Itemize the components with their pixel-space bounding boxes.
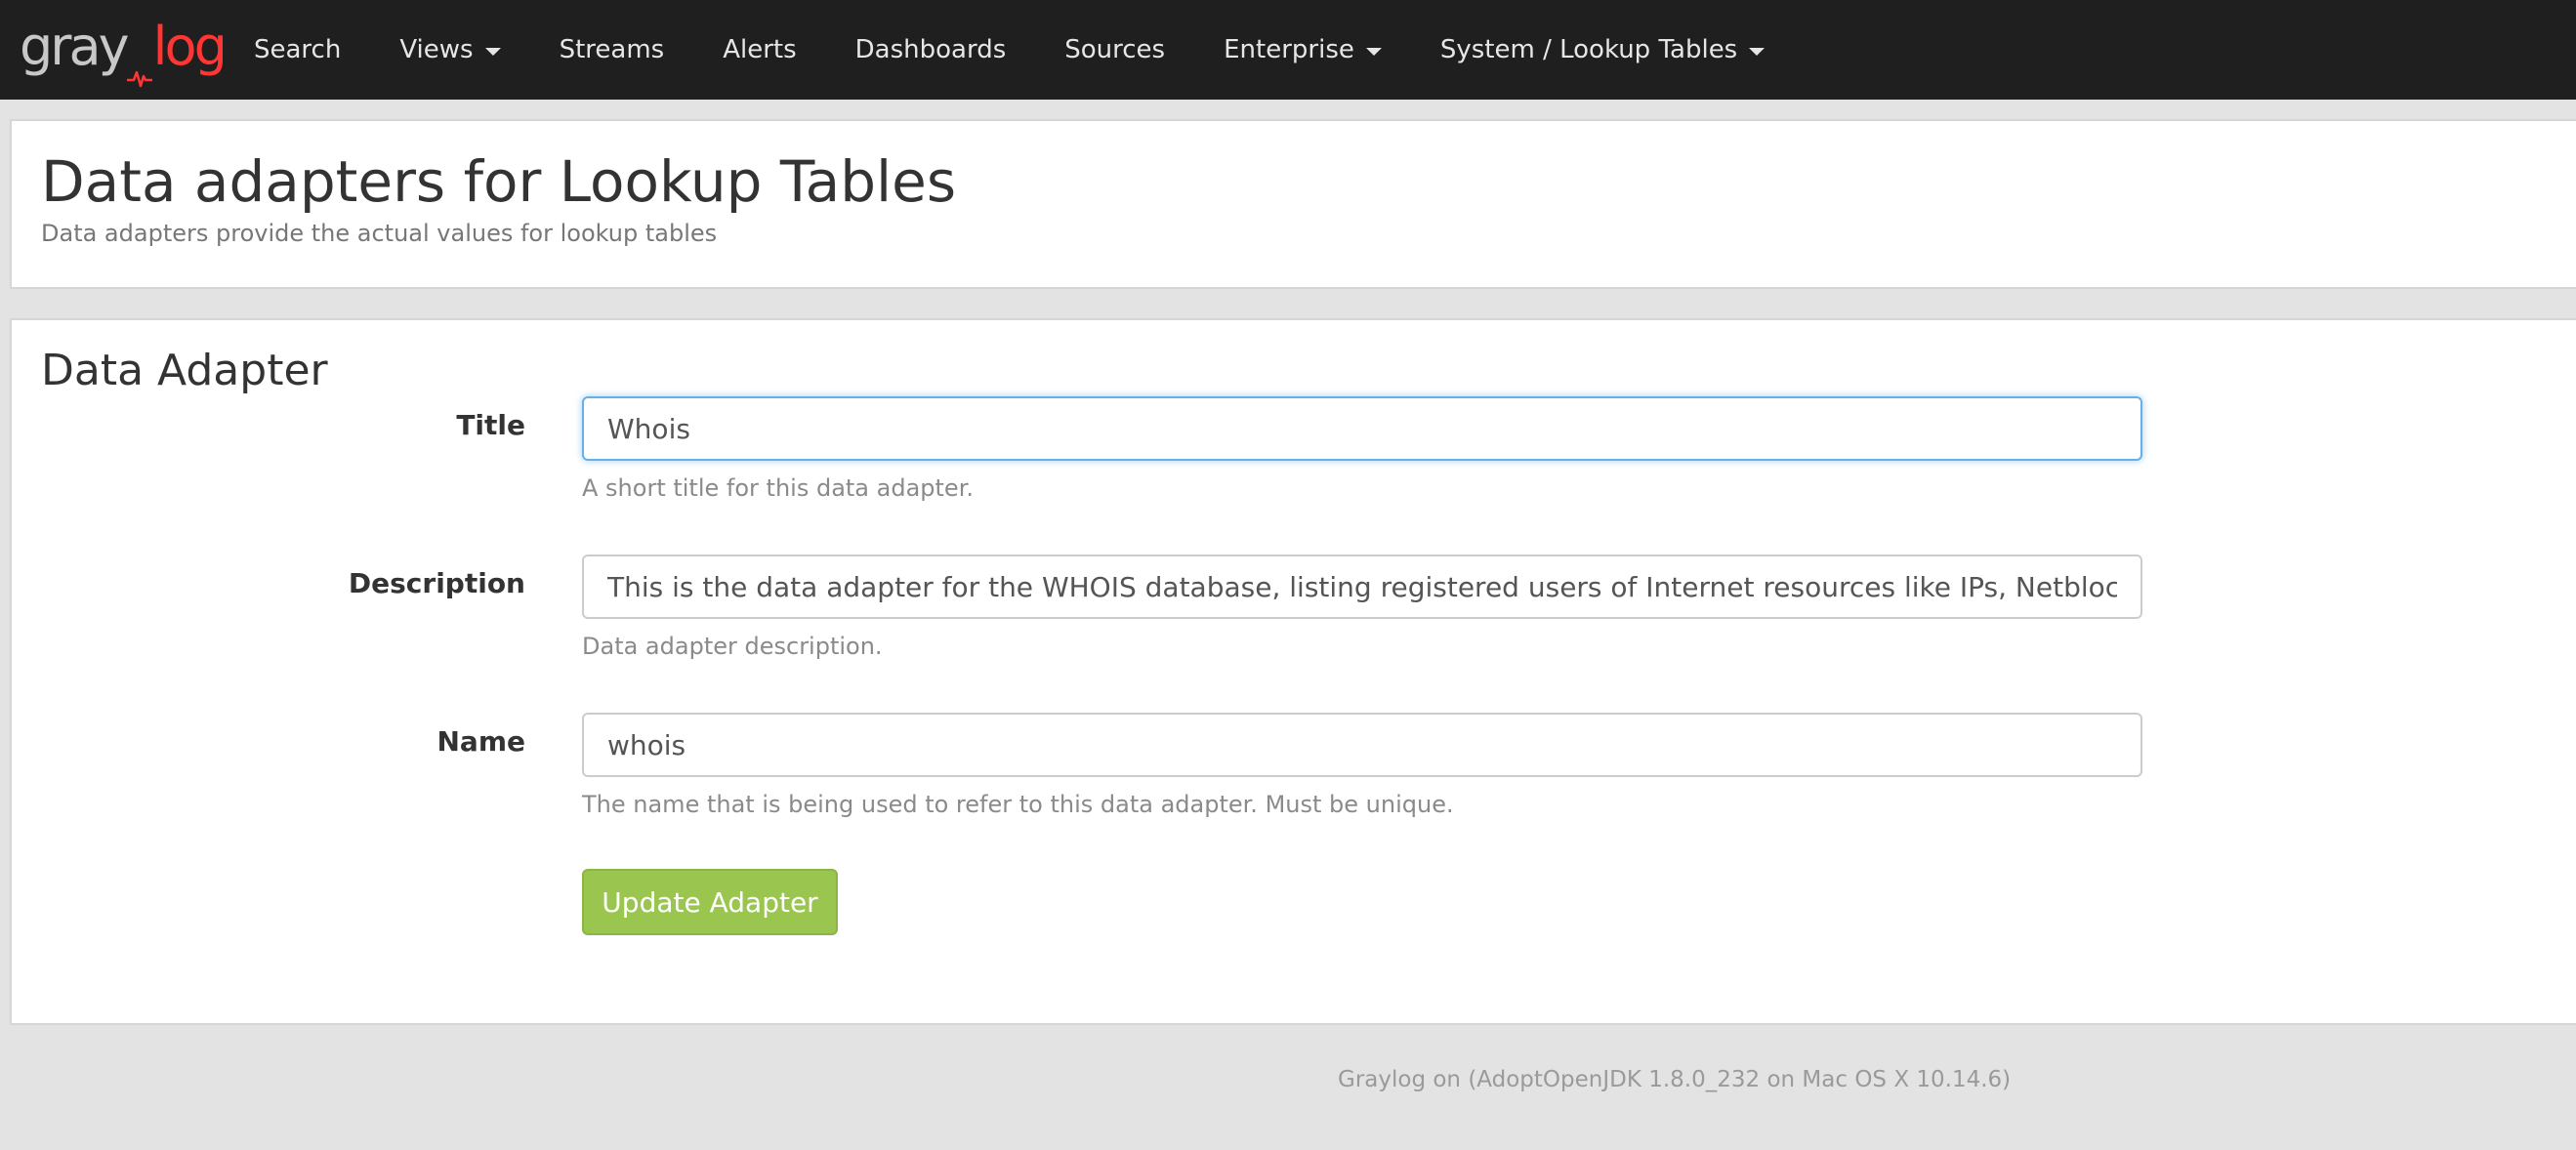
nav-item-dashboards[interactable]: Dashboards (855, 0, 1007, 100)
page-subtitle: Data adapters provide the actual values … (41, 220, 718, 247)
nav-item-label: Enterprise (1224, 35, 1354, 64)
top-navbar: gray log Search Views Streams Alerts Das… (0, 0, 2576, 100)
title-help-text: A short title for this data adapter. (582, 474, 974, 502)
nav-menu: Search Views Streams Alerts Dashboards S… (223, 0, 1766, 100)
name-input[interactable] (582, 713, 2142, 777)
section-title: Data Adapter (41, 346, 328, 395)
nav-item-label: System / Lookup Tables (1439, 35, 1738, 64)
nav-item-label: Streams (559, 35, 665, 64)
footer-version-text: Graylog on (AdoptOpenJDK 1.8.0_232 on Ma… (1338, 1067, 2012, 1092)
name-help-text: The name that is being used to refer to … (582, 791, 1454, 818)
logo-text-gray: gray (20, 16, 130, 77)
pulse-icon (126, 45, 152, 88)
title-input[interactable] (582, 396, 2142, 461)
nav-item-label: Alerts (723, 35, 797, 64)
page-title: Data adapters for Lookup Tables (41, 148, 957, 215)
caret-down-icon (484, 48, 501, 56)
page-header-panel: Data adapters for Lookup Tables Data ada… (10, 119, 2576, 289)
data-adapter-form-panel: Data Adapter Title A short title for thi… (10, 318, 2576, 1025)
nav-item-views[interactable]: Views (399, 0, 501, 100)
nav-item-label: Search (254, 35, 342, 64)
description-input[interactable] (582, 554, 2142, 619)
caret-down-icon (1365, 48, 1382, 56)
caret-down-icon (1749, 48, 1766, 56)
title-label: Title (456, 409, 525, 441)
logo-text-red: log (152, 16, 228, 77)
graylog-logo[interactable]: gray log (20, 16, 228, 88)
nav-item-search[interactable]: Search (254, 0, 341, 100)
description-help-text: Data adapter description. (582, 633, 883, 660)
nav-item-label: Dashboards (854, 35, 1007, 64)
nav-item-alerts[interactable]: Alerts (723, 0, 796, 100)
description-label: Description (348, 567, 525, 599)
nav-item-system[interactable]: System / Lookup Tables (1439, 0, 1766, 100)
name-label: Name (436, 725, 526, 758)
nav-item-sources[interactable]: Sources (1064, 0, 1165, 100)
nav-item-streams[interactable]: Streams (560, 0, 665, 100)
nav-item-label: Sources (1064, 35, 1166, 64)
nav-item-label: Views (399, 35, 474, 64)
nav-item-enterprise[interactable]: Enterprise (1224, 0, 1382, 100)
update-adapter-button[interactable]: Update Adapter (582, 869, 838, 935)
